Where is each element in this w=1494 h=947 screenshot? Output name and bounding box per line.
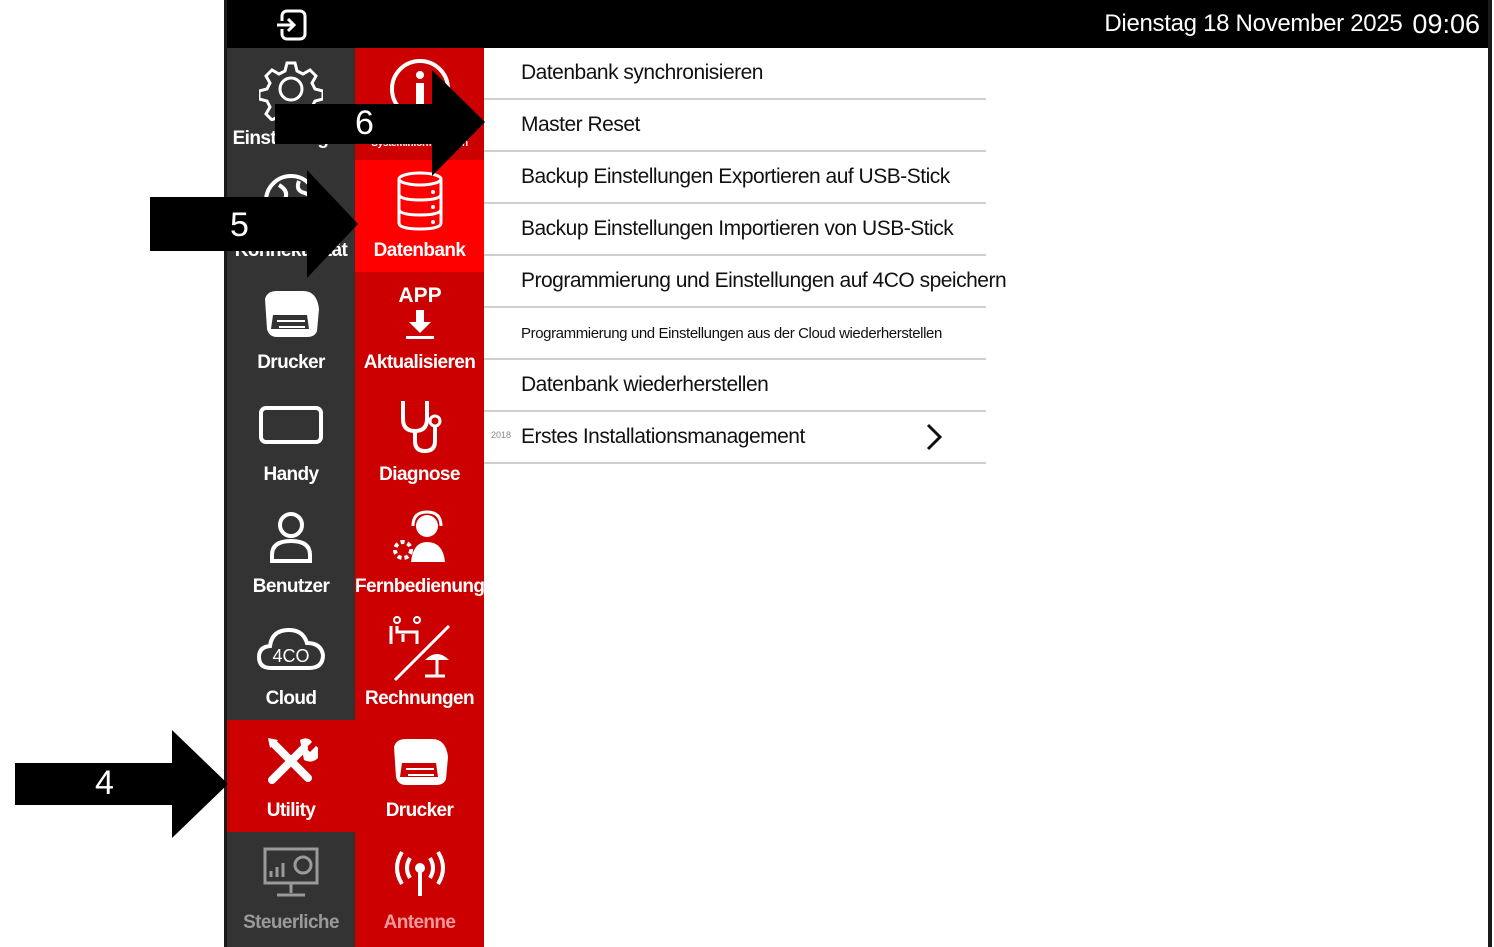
nav-fernbedienung[interactable]: Fernbedienung: [355, 496, 485, 608]
cloud-icon: 4CO: [256, 627, 326, 670]
nav-label: Steuerliche: [243, 912, 339, 933]
exit-button[interactable]: [271, 6, 311, 44]
datetime: Dienstag 18 November 2025 09:06: [1104, 0, 1480, 48]
nav-label: Datenbank: [373, 240, 466, 261]
cloud-icon-text: 4CO: [272, 646, 309, 666]
nav-antenne[interactable]: Antenne: [355, 832, 484, 944]
tablet-icon: [259, 406, 323, 444]
annotation-arrow-6: [275, 70, 485, 176]
nav-label: Benutzer: [252, 576, 330, 597]
menu-item-datenbank-wiederherstellen[interactable]: Datenbank wiederherstellen: [484, 360, 986, 412]
menu-item-master-reset[interactable]: Master Reset: [484, 100, 986, 152]
nav-label: Drucker: [385, 800, 454, 821]
menu-item-backup-export[interactable]: Backup Einstellungen Exportieren auf USB…: [484, 152, 986, 204]
date-text: Dienstag 18 November 2025: [1104, 10, 1403, 37]
menu-item-save-4co[interactable]: Programmierung und Einstellungen auf 4CO…: [484, 256, 1007, 308]
database-menu: Datenbank synchronisieren Master Reset B…: [484, 48, 1007, 464]
annotation-arrow-5: [150, 170, 358, 278]
menu-item-erstes-installationsmanagement[interactable]: 2018 Erstes Installationsmanagement: [484, 412, 986, 464]
menu-item-backup-import[interactable]: Backup Einstellungen Importieren von USB…: [484, 204, 986, 256]
menu-item-label: Datenbank wiederherstellen: [521, 373, 769, 396]
nav-diagnose[interactable]: Diagnose: [355, 384, 484, 496]
antenna-icon: [394, 850, 445, 896]
restaurant-beach-icon: [389, 616, 450, 682]
chevron-right-icon: [926, 423, 943, 451]
menu-item-restore-cloud[interactable]: Programmierung und Einstellungen aus der…: [484, 308, 986, 360]
time-text: 09:06: [1412, 8, 1480, 39]
user-icon: [270, 512, 312, 563]
remote-support-icon: [392, 510, 445, 562]
printer-icon: [393, 739, 448, 785]
nav-aktualisieren[interactable]: APP Aktualisieren: [355, 272, 484, 384]
app-download-icon: APP: [398, 284, 441, 339]
database-icon: [397, 171, 442, 231]
annotation-number-6: 6: [355, 104, 374, 142]
nav-cloud[interactable]: 4CO Cloud: [227, 608, 355, 720]
fiscal-monitor-icon: [263, 847, 319, 897]
nav-drucker-2[interactable]: Drucker: [355, 720, 484, 832]
annotation-number-4: 4: [95, 764, 114, 802]
menu-item-label: Datenbank synchronisieren: [521, 61, 763, 84]
nav-handy[interactable]: Handy: [227, 384, 355, 496]
nav-label: Cloud: [265, 688, 317, 709]
menu-item-label: Master Reset: [521, 113, 640, 136]
nav-label: Aktualisieren: [363, 352, 476, 373]
nav-label: Drucker: [257, 352, 325, 373]
menu-item-label: Programmierung und Einstellungen aus der…: [521, 324, 942, 342]
stethoscope-icon: [400, 401, 441, 454]
app-icon-text: APP: [398, 284, 441, 307]
nav-label: Diagnose: [379, 464, 460, 485]
menu-item-label: Programmierung und Einstellungen auf 4CO…: [521, 269, 1007, 292]
nav-benutzer[interactable]: Benutzer: [227, 496, 355, 608]
menu-item-tag: 2018: [491, 430, 512, 440]
nav-rechnungen[interactable]: Rechnungen: [355, 608, 484, 720]
annotation-arrow-4: [15, 730, 228, 838]
top-bar: Dienstag 18 November 2025 09:06: [227, 0, 1488, 48]
tools-icon: [268, 738, 318, 784]
nav-steuerliche[interactable]: Steuerliche: [227, 832, 355, 944]
menu-item-label: Backup Einstellungen Importieren von USB…: [521, 217, 954, 240]
nav-label: Handy: [263, 464, 319, 485]
nav-label: Antenne: [383, 912, 456, 933]
nav-utility[interactable]: Utility: [227, 720, 355, 832]
sub-category-column: Systeminformationen Datenbank APP Aktual…: [355, 48, 485, 947]
menu-item-label: Backup Einstellungen Exportieren auf USB…: [521, 165, 950, 188]
annotation-number-5: 5: [230, 206, 249, 244]
window-frame-right: [1488, 0, 1492, 947]
nav-label: Utility: [266, 800, 316, 821]
nav-drucker[interactable]: Drucker: [227, 272, 355, 384]
nav-label: Rechnungen: [364, 688, 475, 709]
menu-item-label: Erstes Installationsmanagement: [521, 425, 805, 448]
printer-icon: [265, 291, 319, 337]
menu-item-datenbank-synchronisieren[interactable]: Datenbank synchronisieren: [484, 48, 986, 100]
exit-icon: [276, 9, 307, 41]
nav-label: Fernbedienung: [355, 576, 485, 597]
